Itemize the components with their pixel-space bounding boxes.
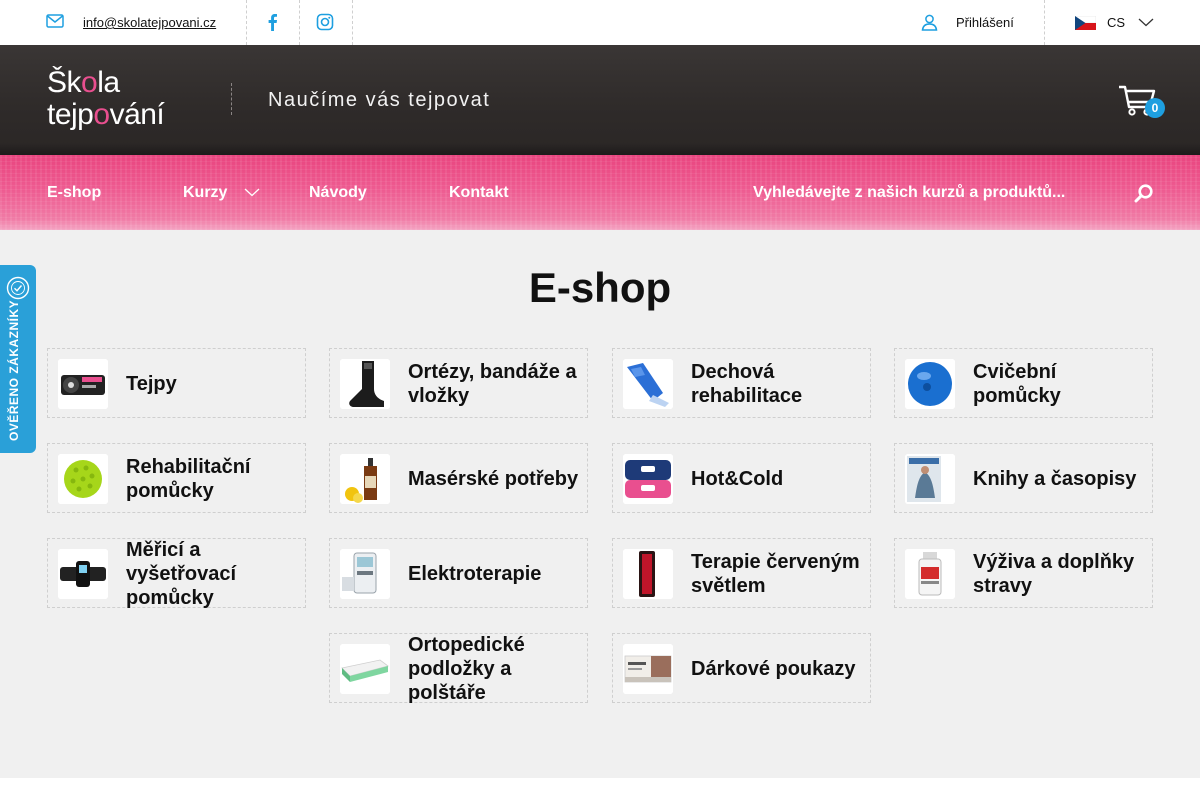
site-logo[interactable]: Škola tejpování xyxy=(47,67,165,131)
magazine-thumb xyxy=(905,454,955,504)
supplement-bottle-thumb xyxy=(905,549,955,599)
category-label: Elektroterapie xyxy=(408,563,542,585)
chevron-down-icon[interactable] xyxy=(1138,16,1154,28)
page-footer-edge xyxy=(0,778,1200,800)
category-label: Rehabilitační pomůcky xyxy=(126,456,251,502)
massage-ball-thumb xyxy=(58,454,108,504)
category-card-vyziva[interactable]: Výživa a doplňky stravy xyxy=(894,538,1153,608)
category-label: Masérské potřeby xyxy=(408,468,579,490)
category-card-hotcold[interactable]: Hot&Cold xyxy=(612,443,871,513)
divider xyxy=(246,0,247,45)
exercise-ball-thumb xyxy=(905,359,955,409)
category-card-tejpy[interactable]: Tejpy xyxy=(47,348,306,418)
hot-cold-pack-thumb xyxy=(623,454,673,504)
category-label: Ortézy, bandáže a vložky xyxy=(408,361,577,407)
category-label: Knihy a časopisy xyxy=(973,468,1137,490)
cart-count-badge: 0 xyxy=(1145,98,1165,118)
category-card-cvicebni[interactable]: Cvičební pomůcky xyxy=(894,348,1153,418)
category-card-mereni[interactable]: Měřicí a vyšetřovací pomůcky xyxy=(47,538,306,609)
tens-device-thumb xyxy=(340,549,390,599)
measuring-device-thumb xyxy=(58,549,108,599)
ankle-brace-thumb xyxy=(340,359,390,409)
category-label: Ortopedické podložky a polštáře xyxy=(408,634,525,704)
nav-item-navody[interactable]: Návody xyxy=(309,184,367,202)
category-label: Terapie červeným světlem xyxy=(691,551,860,597)
category-card-ortopedicke[interactable]: Ortopedické podložky a polštáře xyxy=(329,633,588,704)
category-label: Cvičební pomůcky xyxy=(973,361,1061,407)
category-card-ortezy[interactable]: Ortézy, bandáže a vložky xyxy=(329,348,588,418)
nav-item-eshop[interactable]: E-shop xyxy=(47,184,101,202)
category-label: Měřicí a vyšetřovací pomůcky xyxy=(126,539,237,609)
orthopedic-pad-thumb xyxy=(340,644,390,694)
category-card-elektroterapie[interactable]: Elektroterapie xyxy=(329,538,588,608)
verified-reviews-badge[interactable]: OVĚŘENO ZÁKAZNÍKY xyxy=(0,265,36,453)
category-label: Tejpy xyxy=(126,373,177,395)
category-card-poukazy[interactable]: Dárkové poukazy xyxy=(612,633,871,703)
login-link[interactable]: Přihlášení xyxy=(956,15,1014,30)
breathing-trainer-thumb xyxy=(623,359,673,409)
category-label: Dárkové poukazy xyxy=(691,658,856,680)
category-label: Dechová rehabilitace xyxy=(691,361,803,407)
category-label: Výživa a doplňky stravy xyxy=(973,551,1135,597)
category-card-rehabilitacni[interactable]: Rehabilitační pomůcky xyxy=(47,443,306,513)
facebook-icon[interactable] xyxy=(264,13,280,31)
category-card-dechova[interactable]: Dechová rehabilitace xyxy=(612,348,871,418)
envelope-icon xyxy=(46,14,64,28)
language-selector[interactable]: CS xyxy=(1107,15,1125,30)
category-card-knihy[interactable]: Knihy a časopisy xyxy=(894,443,1153,513)
top-bar: info@skolatejpovani.cz Přihlášení CS xyxy=(0,0,1200,45)
tape-rolls-thumb xyxy=(58,359,108,409)
instagram-icon[interactable] xyxy=(316,13,334,31)
site-header: Škola tejpování Naučíme vás tejpovat 0 xyxy=(0,45,1200,157)
chevron-down-icon[interactable] xyxy=(244,186,260,198)
main-nav: E-shop Kurzy Návody Kontakt xyxy=(0,155,1200,230)
verified-seal-icon xyxy=(6,276,30,300)
search-icon[interactable] xyxy=(1134,183,1154,203)
category-card-cerveny[interactable]: Terapie červeným světlem xyxy=(612,538,871,608)
divider xyxy=(231,83,232,115)
red-light-panel-thumb xyxy=(623,549,673,599)
search-input[interactable] xyxy=(753,184,1083,202)
czech-flag-icon[interactable] xyxy=(1075,16,1096,30)
category-card-maserske[interactable]: Masérské potřeby xyxy=(329,443,588,513)
category-label: Hot&Cold xyxy=(691,468,784,490)
nav-item-kontakt[interactable]: Kontakt xyxy=(449,184,509,202)
divider xyxy=(352,0,353,45)
site-tagline: Naučíme vás tejpovat xyxy=(268,89,491,111)
verified-reviews-label: OVĚŘENO ZÁKAZNÍKY xyxy=(7,299,21,441)
nav-item-kurzy[interactable]: Kurzy xyxy=(183,184,227,202)
divider xyxy=(1044,0,1045,45)
massage-oil-thumb xyxy=(340,454,390,504)
contact-email-link[interactable]: info@skolatejpovani.cz xyxy=(83,15,216,30)
page-title: E-shop xyxy=(528,264,672,311)
user-icon xyxy=(921,14,938,31)
divider xyxy=(299,0,300,45)
main-content: E-shop Tejpy Ortézy, bandáže a vložky De… xyxy=(0,230,1200,778)
gift-voucher-thumb xyxy=(623,644,673,694)
